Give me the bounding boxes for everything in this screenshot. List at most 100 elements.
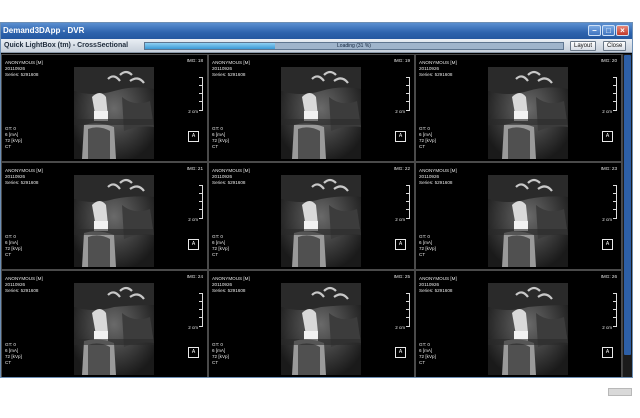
patient-info: ANONYMOUS [M] 20110926 Series: 5291608 [212,60,250,78]
loading-progress-bar: Loading (31 %) [144,42,564,50]
ct-slice-image[interactable] [74,67,154,159]
acquisition-info: GT: 06 [mA] 72 [kVp] CT [419,234,436,258]
ct-slice-image[interactable] [488,283,568,375]
patient-info: ANONYMOUS [M] 20110926 Series: 5291608 [419,276,457,294]
orientation-marker: A [188,131,199,142]
orientation-marker: A [602,239,613,250]
scale-bar [404,77,410,111]
lightbox-grid: ANONYMOUS [M] 20110926 Series: 5291608 IMG:… [1,54,622,377]
image-number: IMG: 23 [600,166,617,171]
scale-label: 2 cm [188,109,198,114]
scale-bar [404,185,410,219]
series-id: Series: 5291608 [212,180,246,185]
acquisition-info: GT: 06 [mA] 72 [kVp] CT [212,342,229,366]
modality: CT [419,360,426,365]
app-window: Demand3DApp - DVR – □ × Quick LightBox (… [0,22,633,378]
title-bar[interactable]: Demand3DApp - DVR – □ × [1,23,632,39]
bottom-margin [0,378,640,418]
modality: CT [5,144,12,149]
vertical-scrollbar[interactable] [622,54,632,377]
modality: CT [419,252,426,257]
lightbox-cell[interactable]: ANONYMOUS [M] 20110926 Series: 5291608 IMG:… [415,54,622,162]
ct-slice-image[interactable] [281,175,361,267]
progress-label: Loading (31 %) [337,43,371,49]
window-title: Demand3DApp - DVR [3,26,85,35]
scale-label: 2 cm [602,109,612,114]
orientation-marker: A [395,347,406,358]
scale-bar [197,185,203,219]
image-number: IMG: 24 [186,274,203,279]
lightbox-cell[interactable]: ANONYMOUS [M] 20110926 Series: 5291608 IMG:… [208,162,415,270]
close-button[interactable]: Close [603,41,627,51]
scale-bar [611,185,617,219]
corner-button[interactable] [608,388,632,396]
view-title: Quick LightBox (tm) - CrossSectional [4,42,129,49]
lightbox-cell[interactable]: ANONYMOUS [M] 20110926 Series: 5291608 IMG:… [415,270,622,377]
acquisition-info: GT: 06 [mA] 72 [kVp] CT [5,126,22,150]
orientation-marker: A [395,239,406,250]
close-icon[interactable]: × [616,25,629,36]
patient-info: ANONYMOUS [M] 20110926 Series: 5291608 [212,276,250,294]
scale-label: 2 cm [395,109,405,114]
scale-label: 2 cm [188,325,198,330]
series-id: Series: 5291608 [212,72,246,77]
image-number: IMG: 25 [393,274,410,279]
ct-slice-image[interactable] [74,175,154,267]
ct-slice-image[interactable] [488,67,568,159]
top-margin [0,0,640,22]
scale-label: 2 cm [602,217,612,222]
image-number: IMG: 21 [186,166,203,171]
ct-slice-image[interactable] [74,283,154,375]
lightbox-cell[interactable]: ANONYMOUS [M] 20110926 Series: 5291608 IMG:… [1,54,208,162]
layout-button[interactable]: Layout [570,41,597,51]
image-number: IMG: 18 [186,58,203,63]
lightbox-cell[interactable]: ANONYMOUS [M] 20110926 Series: 5291608 IMG:… [1,270,208,377]
patient-info: ANONYMOUS [M] 20110926 Series: 5291608 [419,168,457,186]
patient-info: ANONYMOUS [M] 20110926 Series: 5291608 [212,168,250,186]
series-id: Series: 5291608 [5,180,39,185]
ct-slice-image[interactable] [488,175,568,267]
modality: CT [419,144,426,149]
lightbox-cell[interactable]: ANONYMOUS [M] 20110926 Series: 5291608 IMG:… [208,270,415,377]
series-id: Series: 5291608 [212,288,246,293]
scale-bar [611,77,617,111]
modality: CT [5,360,12,365]
scale-bar [404,293,410,327]
patient-info: ANONYMOUS [M] 20110926 Series: 5291608 [5,276,43,294]
maximize-icon[interactable]: □ [602,25,615,36]
ct-slice-image[interactable] [281,283,361,375]
patient-info: ANONYMOUS [M] 20110926 Series: 5291608 [5,168,43,186]
modality: CT [212,144,219,149]
series-id: Series: 5291608 [5,72,39,77]
acquisition-info: GT: 06 [mA] 72 [kVp] CT [212,126,229,150]
scale-bar [197,293,203,327]
orientation-marker: A [188,347,199,358]
scale-label: 2 cm [395,217,405,222]
acquisition-info: GT: 06 [mA] 72 [kVp] CT [419,126,436,150]
lightbox-cell[interactable]: ANONYMOUS [M] 20110926 Series: 5291608 IMG:… [1,162,208,270]
ct-slice-image[interactable] [281,67,361,159]
lightbox-cell[interactable]: ANONYMOUS [M] 20110926 Series: 5291608 IMG:… [208,54,415,162]
series-id: Series: 5291608 [419,180,453,185]
image-number: IMG: 20 [600,58,617,63]
view-toolbar: Quick LightBox (tm) - CrossSectional Loa… [1,39,632,53]
image-number: IMG: 19 [393,58,410,63]
orientation-marker: A [395,131,406,142]
window-controls: – □ × [588,25,629,36]
acquisition-info: GT: 06 [mA] 72 [kVp] CT [5,342,22,366]
scale-label: 2 cm [602,325,612,330]
modality: CT [5,252,12,257]
minimize-icon[interactable]: – [588,25,601,36]
orientation-marker: A [602,347,613,358]
orientation-marker: A [188,239,199,250]
modality: CT [212,360,219,365]
series-id: Series: 5291608 [419,72,453,77]
acquisition-info: GT: 06 [mA] 72 [kVp] CT [212,234,229,258]
modality: CT [212,252,219,257]
acquisition-info: GT: 06 [mA] 72 [kVp] CT [5,234,22,258]
scale-bar [197,77,203,111]
scrollbar-thumb[interactable] [624,55,631,355]
lightbox-cell[interactable]: ANONYMOUS [M] 20110926 Series: 5291608 IMG:… [415,162,622,270]
series-id: Series: 5291608 [5,288,39,293]
series-id: Series: 5291608 [419,288,453,293]
